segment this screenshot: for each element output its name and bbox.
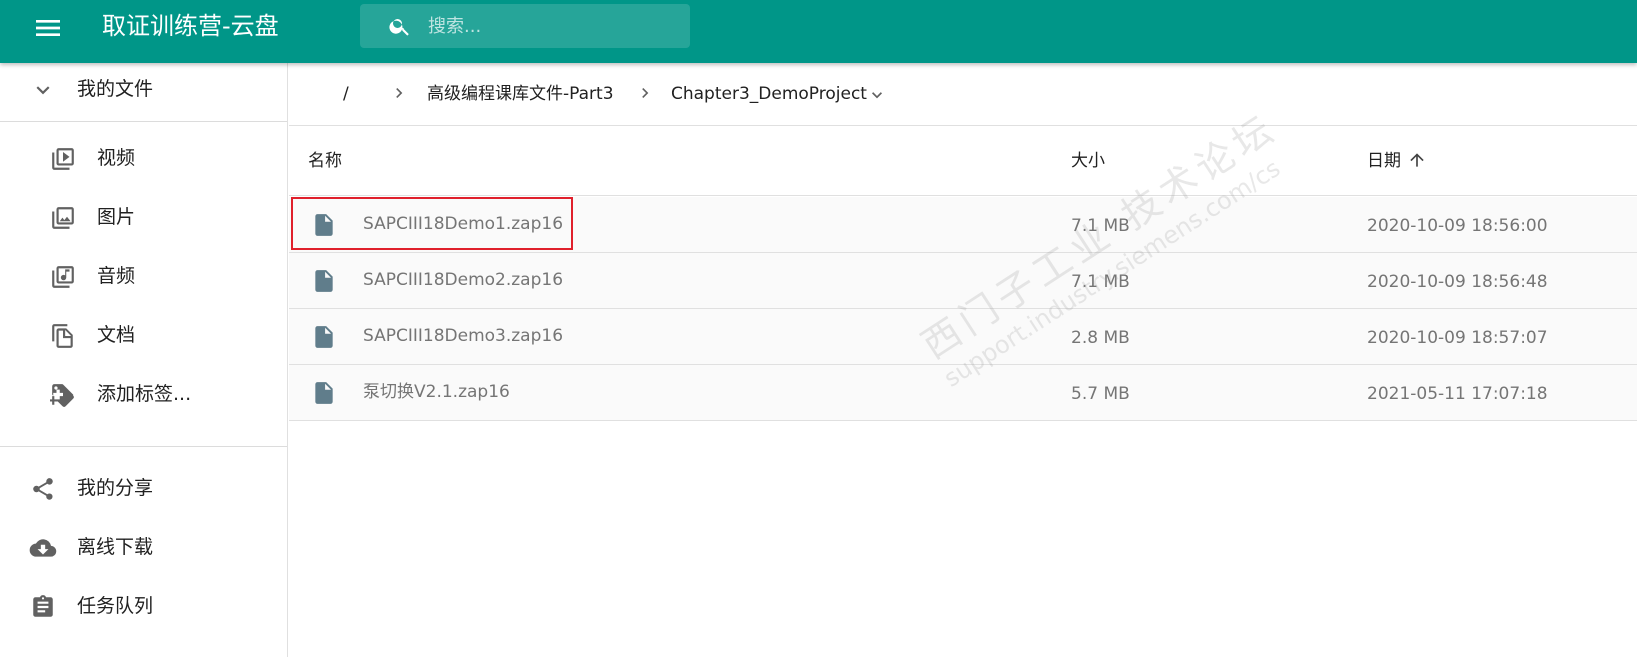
file-browser: / 高级编程课库文件-Part3 Chapter3_DemoProject 名称…: [289, 63, 1637, 657]
file-date: 2020-10-09 18:56:00: [1367, 216, 1548, 236]
search-input[interactable]: [428, 4, 678, 48]
sidebar-item-label: 添加标签...: [97, 383, 192, 405]
sidebar-divider: [0, 446, 287, 447]
search-icon: [388, 14, 412, 38]
add-tag-icon: [48, 382, 76, 408]
sidebar-item-audio[interactable]: 音频: [0, 250, 287, 302]
file-icon: [311, 324, 337, 350]
sidebar-item-add-tag[interactable]: 添加标签...: [0, 368, 287, 420]
sidebar-item-label: 图片: [97, 206, 136, 228]
sidebar-item-offline-download[interactable]: 离线下载: [0, 521, 287, 573]
chevron-right-icon: [389, 83, 409, 103]
chevron-down-icon[interactable]: [867, 85, 887, 105]
share-icon: [30, 476, 56, 502]
breadcrumb-root[interactable]: /: [343, 83, 349, 105]
table-row[interactable]: SAPCIII18Demo2.zap16 7.1 MB 2020-10-09 1…: [289, 253, 1637, 309]
clipboard-icon: [30, 594, 56, 620]
column-header-date[interactable]: 日期: [1367, 150, 1401, 172]
breadcrumb: / 高级编程课库文件-Part3 Chapter3_DemoProject: [289, 63, 1637, 126]
file-size: 2.8 MB: [1071, 328, 1130, 348]
table-header: 名称 大小 日期: [289, 126, 1637, 196]
sidebar-item-label: 离线下载: [77, 536, 154, 558]
sidebar-item-documents[interactable]: 文档: [0, 309, 287, 361]
file-icon: [311, 268, 337, 294]
photo-library-icon: [50, 205, 76, 231]
chevron-right-icon: [635, 83, 655, 103]
column-header-name[interactable]: 名称: [308, 150, 342, 172]
sidebar-my-files-toggle[interactable]: 我的文件: [0, 63, 287, 115]
sidebar-item-my-shares[interactable]: 我的分享: [0, 462, 287, 514]
file-copy-icon: [50, 323, 76, 349]
breadcrumb-folder[interactable]: 高级编程课库文件-Part3: [427, 83, 614, 105]
video-library-icon: [50, 146, 76, 172]
table-row[interactable]: SAPCIII18Demo1.zap16 7.1 MB 2020-10-09 1…: [289, 197, 1637, 253]
menu-icon[interactable]: [32, 12, 64, 44]
sidebar: 我的文件 视频 图片 音频 文档 添加标签... 我的分享 离线下载 任务队列: [0, 63, 288, 657]
sidebar-divider: [0, 121, 287, 122]
sidebar-item-label: 文档: [97, 324, 136, 346]
search-box[interactable]: [360, 4, 690, 48]
file-icon: [311, 212, 337, 238]
sidebar-item-images[interactable]: 图片: [0, 191, 287, 243]
sidebar-item-label: 视频: [97, 147, 136, 169]
file-name: 泵切换V2.1.zap16: [363, 382, 510, 402]
cloud-download-icon: [28, 535, 57, 561]
chevron-down-icon: [30, 77, 56, 103]
sidebar-item-label: 我的分享: [77, 477, 154, 499]
breadcrumb-current-folder[interactable]: Chapter3_DemoProject: [671, 83, 867, 105]
file-name: SAPCIII18Demo1.zap16: [363, 214, 564, 234]
file-size: 5.7 MB: [1071, 384, 1130, 404]
sort-arrow-up-icon[interactable]: [1407, 150, 1427, 170]
file-name: SAPCIII18Demo2.zap16: [363, 270, 564, 290]
sidebar-item-video[interactable]: 视频: [0, 132, 287, 184]
file-icon: [311, 380, 337, 406]
column-header-size[interactable]: 大小: [1071, 150, 1105, 172]
file-name: SAPCIII18Demo3.zap16: [363, 326, 564, 346]
sidebar-item-label: 音频: [97, 265, 136, 287]
file-size: 7.1 MB: [1071, 272, 1130, 292]
sidebar-item-task-queue[interactable]: 任务队列: [0, 580, 287, 632]
app-title: 取证训练营-云盘: [102, 12, 279, 40]
app-bar: 取证训练营-云盘: [0, 0, 1637, 63]
music-library-icon: [50, 264, 76, 290]
table-row[interactable]: SAPCIII18Demo3.zap16 2.8 MB 2020-10-09 1…: [289, 309, 1637, 365]
file-date: 2020-10-09 18:57:07: [1367, 328, 1548, 348]
file-date: 2021-05-11 17:07:18: [1367, 384, 1548, 404]
table-row[interactable]: 泵切换V2.1.zap16 5.7 MB 2021-05-11 17:07:18: [289, 365, 1637, 421]
sidebar-item-label: 任务队列: [77, 595, 154, 617]
file-date: 2020-10-09 18:56:48: [1367, 272, 1548, 292]
file-size: 7.1 MB: [1071, 216, 1130, 236]
sidebar-my-files-label: 我的文件: [77, 78, 154, 100]
